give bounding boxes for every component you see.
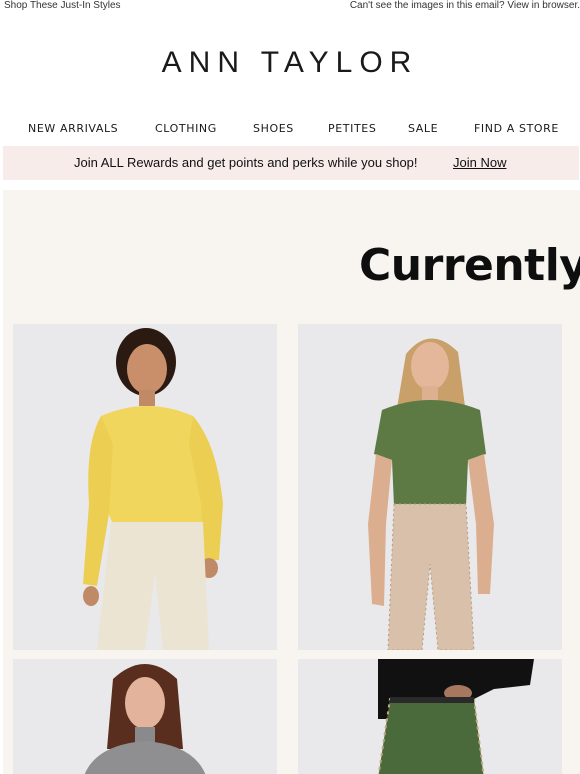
model-gray-turtleneck-illustration — [13, 659, 277, 774]
model-yellow-top-illustration — [13, 324, 277, 650]
nav-item-new-arrivals[interactable]: NEW ARRIVALS — [28, 122, 118, 135]
product-image-yellow-top[interactable] — [13, 324, 277, 650]
nav-item-petites[interactable]: PETITES — [328, 122, 376, 135]
nav-item-find-a-store[interactable]: FIND A STORE — [474, 122, 559, 135]
rewards-banner: Join ALL Rewards and get points and perk… — [3, 146, 579, 180]
nav-item-shoes[interactable]: SHOES — [253, 122, 294, 135]
view-in-browser-link[interactable]: Can't see the images in this email? View… — [350, 0, 580, 11]
product-image-green-top[interactable] — [298, 324, 562, 650]
hero-panel: Currently — [3, 190, 580, 774]
product-image-tweed-skirt[interactable] — [298, 659, 562, 774]
brand-logo[interactable]: ANN TAYLOR — [0, 46, 580, 80]
model-tweed-skirt-illustration — [298, 659, 562, 774]
model-green-top-illustration — [298, 324, 562, 650]
main-nav: NEW ARRIVALS CLOTHING SHOES PETITES SALE… — [0, 122, 580, 138]
nav-item-clothing[interactable]: CLOTHING — [155, 122, 217, 135]
hero-headline: Currently — [359, 240, 580, 291]
preheader: Shop These Just-In Styles Can't see the … — [0, 0, 580, 14]
rewards-message: Join ALL Rewards and get points and perk… — [74, 155, 418, 170]
preheader-tagline: Shop These Just-In Styles — [4, 0, 121, 11]
nav-item-sale[interactable]: SALE — [408, 122, 438, 135]
join-now-link[interactable]: Join Now — [453, 155, 506, 170]
product-image-gray-turtleneck[interactable] — [13, 659, 277, 774]
